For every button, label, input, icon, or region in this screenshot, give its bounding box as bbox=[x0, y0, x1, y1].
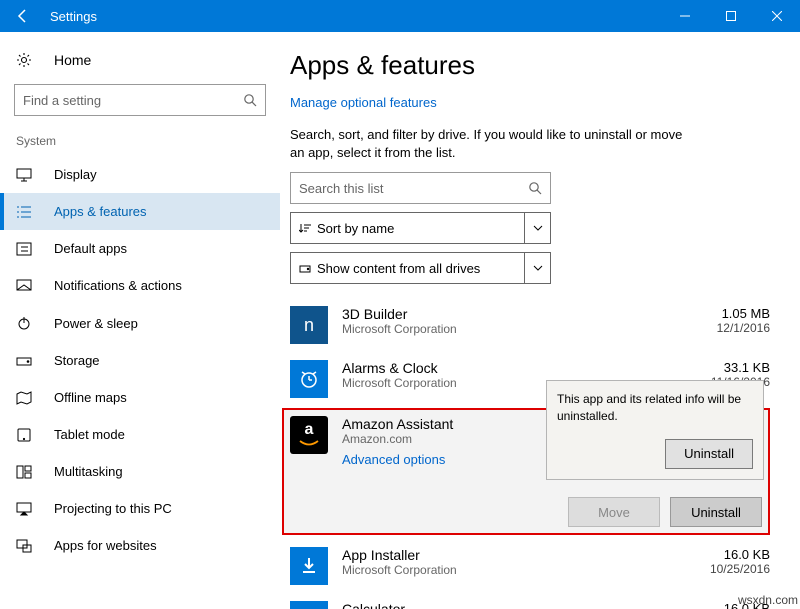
sidebar-item-display[interactable]: Display bbox=[0, 156, 280, 193]
page-description: Search, sort, and filter by drive. If yo… bbox=[290, 126, 700, 162]
maps-icon bbox=[16, 391, 34, 405]
page-title: Apps & features bbox=[290, 50, 770, 81]
uninstall-button[interactable]: Uninstall bbox=[670, 497, 762, 527]
app-size: 33.1 KB bbox=[711, 360, 770, 375]
app-name: App Installer bbox=[342, 547, 710, 563]
manage-optional-features-link[interactable]: Manage optional features bbox=[290, 95, 770, 110]
app-size: 16.0 KB bbox=[710, 547, 770, 562]
sidebar-item-multitasking[interactable]: Multitasking bbox=[0, 453, 280, 490]
gear-icon bbox=[16, 52, 34, 68]
nav-label: Notifications & actions bbox=[54, 278, 182, 293]
nav-label: Display bbox=[54, 167, 97, 182]
uninstall-confirm-flyout: This app and its related info will be un… bbox=[546, 380, 764, 480]
app-name: Calculator bbox=[342, 601, 711, 609]
multitasking-icon bbox=[16, 465, 34, 479]
sidebar-item-apps-websites[interactable]: Apps for websites bbox=[0, 527, 280, 564]
sort-icon bbox=[299, 222, 311, 234]
window-title: Settings bbox=[50, 9, 97, 24]
sidebar-item-notifications[interactable]: Notifications & actions bbox=[0, 267, 280, 304]
sidebar-item-default-apps[interactable]: Default apps bbox=[0, 230, 280, 267]
nav-label: Apps & features bbox=[54, 204, 147, 219]
search-icon bbox=[528, 181, 542, 195]
sidebar-item-power-sleep[interactable]: Power & sleep bbox=[0, 304, 280, 342]
search-icon bbox=[243, 93, 257, 107]
defaults-icon bbox=[16, 242, 34, 256]
app-row[interactable]: n 3D Builder Microsoft Corporation 1.05 … bbox=[290, 298, 770, 352]
close-button[interactable] bbox=[754, 0, 800, 32]
app-publisher: Microsoft Corporation bbox=[342, 322, 717, 336]
app-icon bbox=[290, 360, 328, 398]
section-label: System bbox=[0, 130, 280, 156]
project-icon bbox=[16, 502, 34, 516]
app-icon bbox=[290, 601, 328, 609]
power-icon bbox=[16, 315, 34, 331]
nav-label: Multitasking bbox=[54, 464, 123, 479]
nav-label: Apps for websites bbox=[54, 538, 157, 553]
search-placeholder: Find a setting bbox=[23, 93, 243, 108]
minimize-button[interactable] bbox=[662, 0, 708, 32]
app-date: 12/1/2016 bbox=[717, 321, 770, 335]
home-button[interactable]: Home bbox=[0, 44, 280, 76]
sidebar-item-apps-features[interactable]: Apps & features bbox=[0, 193, 280, 230]
nav-label: Tablet mode bbox=[54, 427, 125, 442]
sidebar: Home Find a setting System Display Apps … bbox=[0, 32, 280, 609]
move-button: Move bbox=[568, 497, 660, 527]
sidebar-item-storage[interactable]: Storage bbox=[0, 342, 280, 379]
app-publisher: Microsoft Corporation bbox=[342, 563, 710, 577]
app-name: 3D Builder bbox=[342, 306, 717, 322]
app-icon bbox=[290, 547, 328, 585]
drive-icon bbox=[299, 262, 311, 274]
search-input[interactable]: Find a setting bbox=[14, 84, 266, 116]
sidebar-item-projecting[interactable]: Projecting to this PC bbox=[0, 490, 280, 527]
titlebar: Settings bbox=[0, 0, 800, 32]
nav-label: Power & sleep bbox=[54, 316, 138, 331]
flyout-text: This app and its related info will be un… bbox=[557, 391, 753, 425]
app-icon: n bbox=[290, 306, 328, 344]
drive-filter-dropdown[interactable]: Show content from all drives bbox=[290, 252, 551, 284]
drive-label: Show content from all drives bbox=[317, 261, 480, 276]
nav-label: Storage bbox=[54, 353, 100, 368]
app-row[interactable]: App Installer Microsoft Corporation 16.0… bbox=[290, 539, 770, 593]
watermark: wsxdn.com bbox=[738, 593, 798, 607]
app-row[interactable]: Calculator Microsoft Corporation 16.0 KB… bbox=[290, 593, 770, 609]
chevron-down-icon[interactable] bbox=[524, 253, 550, 283]
sidebar-item-tablet-mode[interactable]: Tablet mode bbox=[0, 416, 280, 453]
uninstall-confirm-button[interactable]: Uninstall bbox=[665, 439, 753, 469]
tablet-icon bbox=[16, 428, 34, 442]
sidebar-item-offline-maps[interactable]: Offline maps bbox=[0, 379, 280, 416]
notifications-icon bbox=[16, 279, 34, 293]
main-panel: Apps & features Manage optional features… bbox=[280, 32, 800, 609]
sort-label: Sort by name bbox=[317, 221, 394, 236]
app-search-placeholder: Search this list bbox=[299, 181, 528, 196]
storage-icon bbox=[16, 354, 34, 368]
app-name: Alarms & Clock bbox=[342, 360, 711, 376]
nav-label: Default apps bbox=[54, 241, 127, 256]
maximize-button[interactable] bbox=[708, 0, 754, 32]
sort-dropdown[interactable]: Sort by name bbox=[290, 212, 551, 244]
app-size: 1.05 MB bbox=[717, 306, 770, 321]
back-button[interactable] bbox=[0, 0, 46, 32]
apps-web-icon bbox=[16, 539, 34, 553]
display-icon bbox=[16, 168, 34, 182]
nav-label: Offline maps bbox=[54, 390, 127, 405]
chevron-down-icon[interactable] bbox=[524, 213, 550, 243]
app-icon: a bbox=[290, 416, 328, 454]
nav-label: Projecting to this PC bbox=[54, 501, 172, 516]
app-search-input[interactable]: Search this list bbox=[290, 172, 551, 204]
list-icon bbox=[16, 205, 34, 219]
app-date: 10/25/2016 bbox=[710, 562, 770, 576]
home-label: Home bbox=[54, 52, 91, 68]
